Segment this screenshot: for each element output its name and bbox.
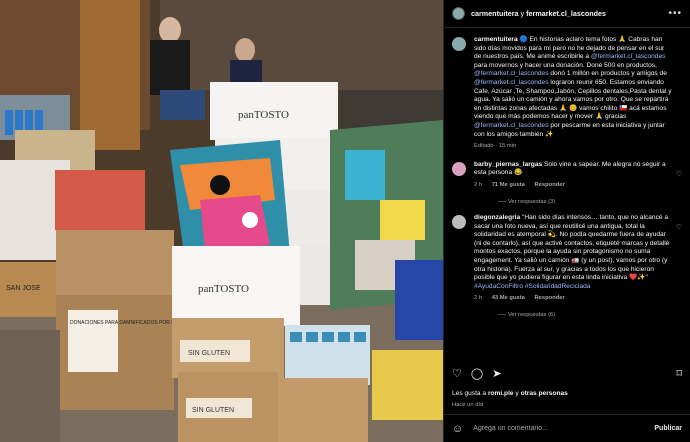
caption-meta: Editado · 15 min	[474, 142, 672, 151]
comment-avatar[interactable]	[452, 161, 466, 176]
author-avatar[interactable]	[452, 7, 465, 20]
caption-text: carmentuitera 🔵 En historias aclaro tema…	[474, 36, 672, 139]
post-caption: carmentuitera 🔵 En historias aclaro tema…	[452, 36, 680, 151]
instagram-post-view: SAN JOSE DONACIONES PARA DAMNIFICADOS PO…	[0, 0, 690, 442]
likes-prefix: Les gusta a	[452, 390, 488, 397]
box-label: SIN GLUTEN	[188, 350, 230, 357]
view-replies-label: Ver respuestas (3)	[507, 198, 556, 205]
likes-summary: Les gusta a romi.ple y otras personas	[452, 390, 568, 397]
caption-fragment: para movernos y hacer una donación. Doné…	[474, 61, 657, 69]
comment: diegonzalegria "Han sido días intensos… …	[452, 214, 682, 303]
reply-button[interactable]: Responder	[535, 295, 565, 301]
mention-link[interactable]: @fermarket.cl_lascondes	[474, 79, 549, 86]
caption-avatar[interactable]	[452, 37, 466, 51]
comment-composer: ☺ Agrega un comentario... Publicar	[444, 414, 690, 442]
box-label: SIN GLUTEN	[192, 407, 234, 414]
caption-author[interactable]: carmentuitera	[474, 36, 518, 43]
reply-button[interactable]: Responder	[535, 182, 565, 188]
comment-hashtags[interactable]: #AyudaConFiltro #SolidaridadReciclada	[474, 283, 590, 290]
comment-text: "Han sido días intensos… tanto, que no a…	[474, 214, 670, 282]
more-options-icon[interactable]: •••	[668, 8, 682, 19]
view-replies-button[interactable]: ── Ver respuestas (6)	[498, 311, 680, 320]
comment-icon[interactable]: ◯	[471, 367, 483, 380]
comment-avatar[interactable]	[452, 215, 466, 230]
box-label: panTOSTO	[198, 283, 249, 295]
comment-input[interactable]: Agrega un comentario...	[473, 425, 548, 432]
like-comment-icon[interactable]: ♡	[676, 171, 682, 180]
post-actions: ♡ ◯ ➤ ⌑	[444, 367, 690, 380]
publish-button[interactable]: Publicar	[654, 425, 682, 432]
post-time: Hace un día	[452, 402, 484, 408]
emoji-icon[interactable]: ☺	[452, 423, 463, 435]
post-photo[interactable]: SAN JOSE DONACIONES PARA DAMNIFICADOS PO…	[0, 0, 443, 442]
post-sidebar: carmentuitera y fermarket.cl_lascondes •…	[443, 0, 690, 442]
likes-suffix: y	[513, 390, 521, 397]
authors-joiner: y	[520, 9, 525, 18]
author-link[interactable]: carmentuitera	[471, 9, 519, 18]
view-replies-label: Ver respuestas (6)	[507, 312, 556, 319]
comment-time: 2 h	[474, 295, 483, 302]
mention-link[interactable]: @fermarket.cl_lascondes	[474, 122, 549, 129]
comment-time: 2 h	[474, 181, 483, 188]
share-icon[interactable]: ➤	[492, 367, 501, 380]
bookmark-icon[interactable]: ⌑	[676, 367, 682, 380]
comment-likes[interactable]: 71 Me gusta	[492, 182, 525, 188]
comment-user[interactable]: barby_piernas_largas	[474, 161, 542, 168]
coauthor-link[interactable]: fermarket.cl_lascondes	[526, 9, 606, 18]
post-authors: carmentuitera y fermarket.cl_lascondes	[471, 9, 606, 18]
heart-icon[interactable]: ♡	[452, 367, 462, 380]
comment-likes[interactable]: 43 Me gusta	[492, 295, 525, 301]
like-comment-icon[interactable]: ♡	[676, 224, 682, 233]
box-label: SAN JOSE	[6, 285, 41, 292]
others-link[interactable]: otras personas	[521, 390, 568, 397]
edited-label: Editado · 15 min	[474, 143, 517, 150]
comment-user[interactable]: diegonzalegria	[474, 214, 520, 221]
liker-link[interactable]: romi.ple	[488, 390, 514, 397]
mention-link[interactable]: @fermarket.cl_lascondes	[474, 70, 549, 77]
box-label: panTOSTO	[238, 109, 289, 121]
donation-boxes-image: SAN JOSE DONACIONES PARA DAMNIFICADOS PO…	[0, 0, 443, 442]
comment: barby_piernas_largas Solo vine a sapear.…	[452, 161, 682, 190]
post-header: carmentuitera y fermarket.cl_lascondes •…	[444, 0, 690, 28]
mention-link[interactable]: @fermarket.cl_lascondes	[591, 53, 666, 60]
caption-fragment: donó 1 millón en productos y amigos de	[548, 70, 667, 78]
view-replies-button[interactable]: ── Ver respuestas (3)	[498, 198, 680, 207]
